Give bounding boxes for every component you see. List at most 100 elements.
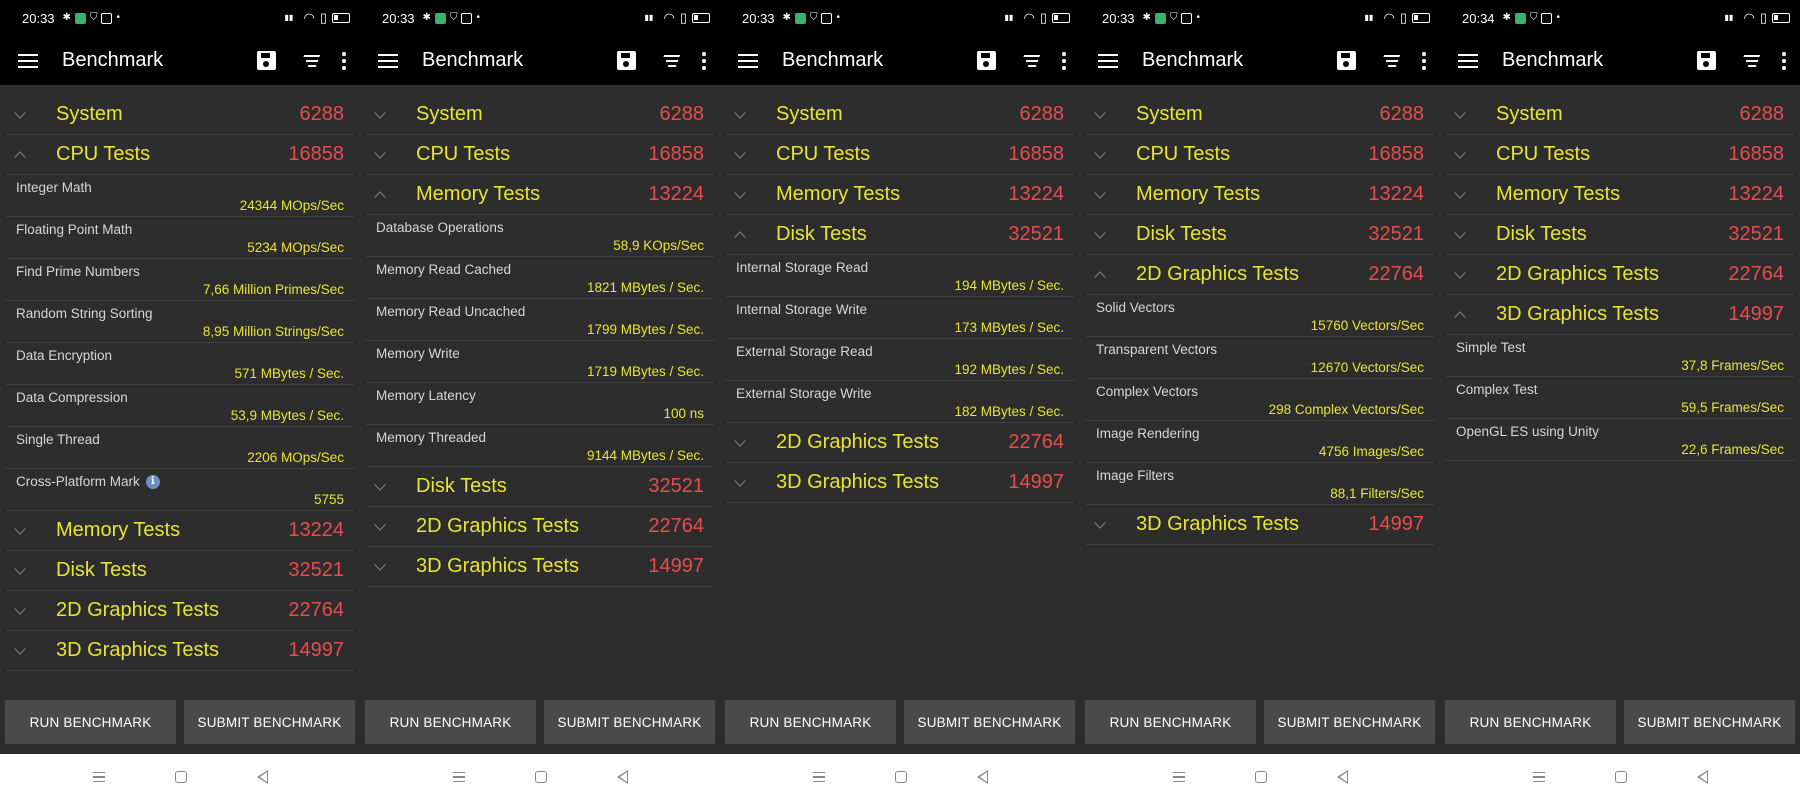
recents-nav-icon[interactable]	[92, 771, 105, 783]
overflow-menu-button[interactable]	[1782, 51, 1786, 70]
action-buttons: RUN BENCHMARK SUBMIT BENCHMARK	[1440, 700, 1800, 744]
category-row[interactable]: CPU Tests 16858	[366, 135, 714, 175]
more-vert-icon	[342, 51, 346, 70]
category-row[interactable]: Memory Tests 13224	[1086, 175, 1434, 215]
test-value: 58,9 KOps/Sec	[613, 238, 704, 253]
sort-icon	[298, 54, 321, 67]
category-row[interactable]: 3D Graphics Tests 14997	[1086, 505, 1434, 545]
category-row[interactable]: Disk Tests 32521	[726, 215, 1074, 255]
test-name: Memory Write	[376, 346, 704, 361]
test-item: Cross-Platform Mark i 5755	[6, 469, 354, 511]
recents-nav-icon[interactable]	[452, 771, 465, 783]
category-row[interactable]: System 6288	[366, 95, 714, 135]
category-row[interactable]: System 6288	[726, 95, 1074, 135]
category-row[interactable]: Memory Tests 13224	[726, 175, 1074, 215]
category-row[interactable]: Disk Tests 32521	[366, 467, 714, 507]
category-row[interactable]: 2D Graphics Tests 22764	[6, 591, 354, 631]
menu-icon[interactable]	[738, 53, 758, 68]
sort-button[interactable]	[298, 54, 321, 67]
category-row[interactable]: System 6288	[6, 95, 354, 135]
category-row[interactable]: 2D Graphics Tests 22764	[1446, 255, 1794, 295]
back-nav-icon[interactable]	[1336, 770, 1348, 784]
category-row[interactable]: System 6288	[1446, 95, 1794, 135]
category-row[interactable]: System 6288	[1086, 95, 1434, 135]
category-row[interactable]: CPU Tests 16858	[6, 135, 354, 175]
category-row[interactable]: Memory Tests 13224	[1446, 175, 1794, 215]
home-nav-icon[interactable]	[534, 771, 547, 783]
category-row[interactable]: Memory Tests 13224	[366, 175, 714, 215]
test-value: 12670 Vectors/Sec	[1310, 360, 1424, 375]
category-row[interactable]: 2D Graphics Tests 22764	[1086, 255, 1434, 295]
test-name-label: External Storage Write	[736, 386, 872, 401]
home-nav-icon[interactable]	[1614, 771, 1627, 783]
test-name: Data Encryption	[16, 348, 344, 363]
category-score: 22764	[1008, 431, 1064, 453]
run-benchmark-button[interactable]: RUN BENCHMARK	[5, 700, 176, 744]
sort-button[interactable]	[660, 54, 681, 67]
save-button[interactable]	[257, 51, 276, 70]
submit-benchmark-button[interactable]: SUBMIT BENCHMARK	[184, 700, 355, 744]
action-buttons: RUN BENCHMARK SUBMIT BENCHMARK	[1080, 700, 1440, 744]
save-button[interactable]	[1697, 51, 1716, 70]
submit-benchmark-button[interactable]: SUBMIT BENCHMARK	[544, 700, 715, 744]
recents-nav-icon[interactable]	[812, 771, 825, 783]
back-nav-icon[interactable]	[1696, 770, 1708, 784]
test-value: 53,9 MBytes / Sec.	[230, 408, 344, 423]
vibrate-icon: ▯	[1399, 10, 1407, 25]
category-row[interactable]: Disk Tests 32521	[1086, 215, 1434, 255]
category-row[interactable]: CPU Tests 16858	[1086, 135, 1434, 175]
recents-nav-icon[interactable]	[1532, 771, 1545, 783]
category-row[interactable]: 2D Graphics Tests 22764	[366, 507, 714, 547]
home-nav-icon[interactable]	[1254, 771, 1267, 783]
overflow-menu-button[interactable]	[1422, 51, 1426, 70]
save-button[interactable]	[1337, 51, 1356, 70]
category-name: Disk Tests	[776, 223, 867, 245]
run-benchmark-button[interactable]: RUN BENCHMARK	[725, 700, 896, 744]
category-row[interactable]: Disk Tests 32521	[1446, 215, 1794, 255]
test-item: External Storage Write 182 MBytes / Sec.	[726, 381, 1074, 423]
menu-icon[interactable]	[1098, 53, 1118, 68]
status-bar: 20:33 ✱ ⛉ • ▮▮ ◠ ▯	[1080, 0, 1440, 36]
category-row[interactable]: CPU Tests 16858	[1446, 135, 1794, 175]
category-row[interactable]: CPU Tests 16858	[726, 135, 1074, 175]
run-benchmark-button[interactable]: RUN BENCHMARK	[1445, 700, 1616, 744]
category-score: 32521	[1008, 223, 1064, 245]
test-value: 1719 MBytes / Sec.	[586, 364, 704, 379]
chevron-up-icon	[14, 149, 44, 163]
category-row[interactable]: 2D Graphics Tests 22764	[726, 423, 1074, 463]
category-row[interactable]: Disk Tests 32521	[6, 551, 354, 591]
category-row[interactable]: Memory Tests 13224	[6, 511, 354, 551]
category-name: System	[416, 103, 483, 125]
test-value: 8,95 Million Strings/Sec	[202, 324, 344, 339]
shield-status-icon: ⛉	[809, 12, 818, 23]
back-nav-icon[interactable]	[256, 770, 268, 784]
submit-benchmark-button[interactable]: SUBMIT BENCHMARK	[1624, 700, 1795, 744]
submit-benchmark-button[interactable]: SUBMIT BENCHMARK	[904, 700, 1075, 744]
menu-icon[interactable]	[1458, 53, 1478, 68]
save-button[interactable]	[977, 51, 996, 70]
category-score: 6288	[1739, 103, 1785, 125]
home-nav-icon[interactable]	[894, 771, 907, 783]
category-row[interactable]: 3D Graphics Tests 14997	[1446, 295, 1794, 335]
benchmark-list: System 6288 CPU Tests 16858 Memory Tests 1322…	[360, 85, 720, 700]
back-nav-icon[interactable]	[976, 770, 988, 784]
menu-icon[interactable]	[378, 53, 398, 68]
menu-icon[interactable]	[18, 53, 38, 68]
back-nav-icon[interactable]	[616, 770, 628, 784]
category-row[interactable]: 3D Graphics Tests 14997	[6, 631, 354, 671]
submit-benchmark-button[interactable]: SUBMIT BENCHMARK	[1264, 700, 1435, 744]
sort-button[interactable]	[1740, 54, 1761, 67]
run-benchmark-button[interactable]: RUN BENCHMARK	[365, 700, 536, 744]
info-icon[interactable]: i	[145, 474, 160, 489]
sort-button[interactable]	[1020, 54, 1041, 67]
save-button[interactable]	[617, 51, 636, 70]
overflow-menu-button[interactable]	[1062, 51, 1066, 70]
overflow-menu-button[interactable]	[342, 51, 346, 70]
category-row[interactable]: 3D Graphics Tests 14997	[726, 463, 1074, 503]
category-row[interactable]: 3D Graphics Tests 14997	[366, 547, 714, 587]
run-benchmark-button[interactable]: RUN BENCHMARK	[1085, 700, 1256, 744]
recents-nav-icon[interactable]	[1172, 771, 1185, 783]
sort-button[interactable]	[1380, 54, 1401, 67]
home-nav-icon[interactable]	[174, 771, 187, 783]
overflow-menu-button[interactable]	[702, 51, 706, 70]
